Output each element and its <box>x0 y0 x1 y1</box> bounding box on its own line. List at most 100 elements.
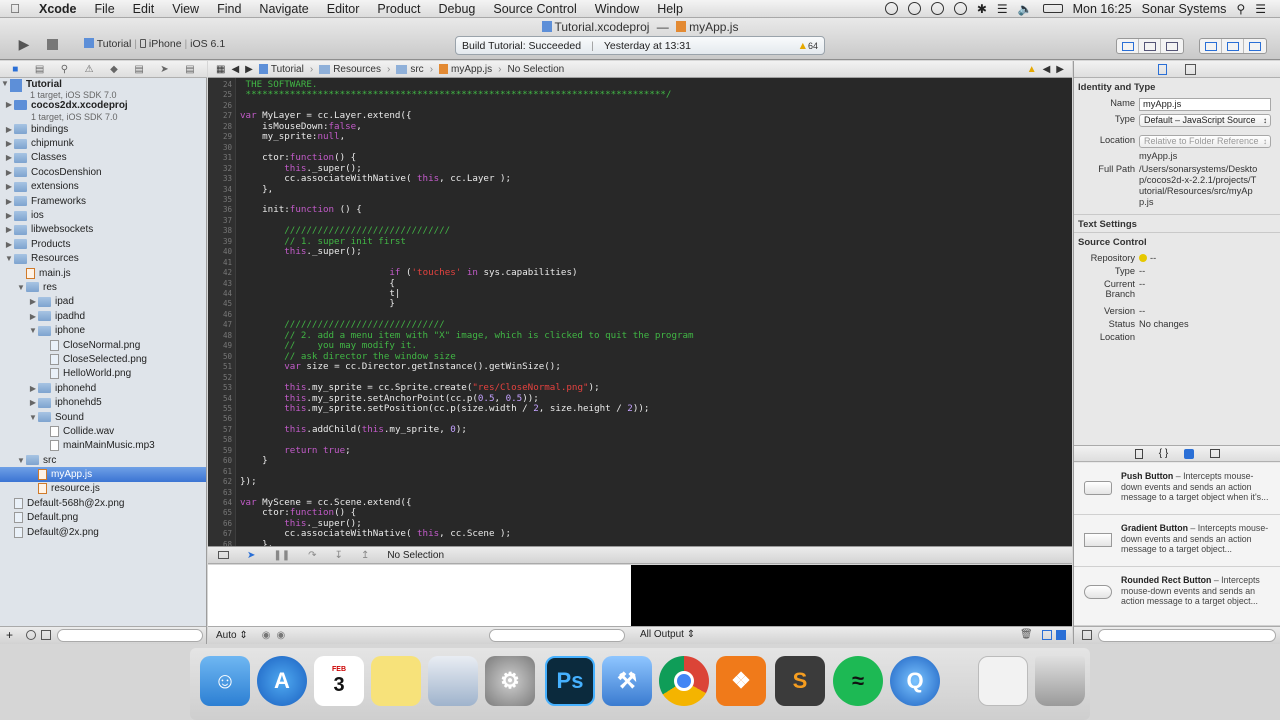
toggle-utilities-icon[interactable] <box>1244 39 1266 53</box>
console-output-select[interactable]: All Output ⇕ <box>640 629 695 640</box>
spotlight-icon[interactable]: ⚲ <box>1236 2 1245 16</box>
library-item-push-button[interactable]: Push Button – Intercepts mouse-down even… <box>1074 463 1280 515</box>
disclosure-closed-icon[interactable]: ▶ <box>4 182 14 191</box>
disclosure-closed-icon[interactable]: ▶ <box>4 225 14 234</box>
navigator-filter-input[interactable] <box>57 629 203 642</box>
status-cloud-icon[interactable] <box>907 2 921 15</box>
source-editor[interactable]: 24 25 26 27 28 29 30 31 32 33 34 35 36 37 38 39 40 41 42 43… <box>208 78 1072 546</box>
assistant-editor-icon[interactable] <box>1139 39 1161 53</box>
object-library-icon[interactable] <box>1184 448 1195 459</box>
apple-menu-icon[interactable]:  <box>0 1 30 16</box>
step-in-icon[interactable]: ↧ <box>335 550 343 561</box>
show-variables-icon[interactable] <box>1042 630 1052 640</box>
menu-user[interactable]: Sonar Systems <box>1142 2 1227 16</box>
code-line[interactable]: }); <box>240 476 257 487</box>
stop-button[interactable] <box>42 34 62 54</box>
code-line[interactable]: ****************************************… <box>240 89 672 100</box>
print-description-icon[interactable]: ◉ <box>276 630 285 641</box>
navigator-item[interactable]: CloseSelected.png <box>0 352 206 366</box>
menu-app[interactable]: Xcode <box>30 0 86 18</box>
disclosure-closed-icon[interactable]: ▶ <box>4 240 14 249</box>
quicktime-icon[interactable]: Q <box>890 656 940 706</box>
toggle-navigator-icon[interactable] <box>1200 39 1222 53</box>
code-line[interactable]: this._super(); <box>240 163 361 174</box>
menu-source-control[interactable]: Source Control <box>484 0 585 18</box>
disclosure-closed-icon[interactable]: ▶ <box>28 398 38 407</box>
trash-icon[interactable] <box>1035 656 1085 706</box>
variables-scope-select[interactable]: Auto ⇕ <box>216 630 248 641</box>
navigator-item[interactable]: ▶ CocosDenshion <box>0 165 206 179</box>
project-navigator-icon[interactable]: ■ <box>12 64 18 75</box>
code-line[interactable]: // ask director the window size <box>240 351 455 362</box>
location-popup[interactable]: Relative to Folder Reference <box>1139 135 1271 148</box>
disclosure-closed-icon[interactable]: ▶ <box>28 297 38 306</box>
code-line[interactable]: }, <box>240 184 273 195</box>
show-console-icon[interactable] <box>1056 630 1066 640</box>
navigator-item[interactable]: ▼ Resources <box>0 252 206 266</box>
code-line[interactable]: // you may modify it. <box>240 340 417 351</box>
console-view[interactable] <box>631 565 1072 626</box>
recent-files-icon[interactable] <box>26 630 36 640</box>
code-line[interactable]: ///////////////////////////// <box>240 319 444 330</box>
back-icon[interactable]: ◀ <box>231 64 239 75</box>
navigator-item[interactable]: ▶ cocos2dx.xcodeproj 1 target, iOS SDK 7.0 <box>0 100 206 122</box>
crumb-file[interactable]: myApp.js <box>439 64 492 75</box>
navigator-item[interactable]: ▶ iphonehd5 <box>0 395 206 409</box>
disclosure-closed-icon[interactable]: ▶ <box>4 197 14 206</box>
code-line[interactable]: }, <box>240 539 273 546</box>
pause-icon[interactable]: ❚❚ <box>273 550 290 561</box>
code-snippet-library-icon[interactable]: { } <box>1159 448 1168 459</box>
code-line[interactable]: cc.associateWithNative( this, cc.Scene )… <box>240 528 511 539</box>
step-out-icon[interactable]: ↥ <box>361 550 369 561</box>
disclosure-open-icon[interactable]: ▼ <box>16 283 26 292</box>
navigator-item[interactable]: ▶ Classes <box>0 151 206 165</box>
disclosure-closed-icon[interactable]: ▶ <box>4 153 14 162</box>
menu-editor[interactable]: Editor <box>318 0 369 18</box>
breakpoint-navigator-icon[interactable]: ➤ <box>160 64 168 75</box>
menu-navigate[interactable]: Navigate <box>250 0 317 18</box>
code-line[interactable]: this._super(); <box>240 246 361 257</box>
code-line[interactable]: } <box>240 455 268 466</box>
wifi-icon[interactable]: ☰ <box>997 2 1008 16</box>
issue-navigator-icon[interactable]: ⚠ <box>85 64 94 75</box>
activity-viewer[interactable]: Build Tutorial: Succeeded | Yesterday at… <box>455 36 825 55</box>
code-line[interactable]: this.my_sprite.setPosition(cc.p(size.wid… <box>240 403 649 414</box>
navigator-item[interactable]: ▶ extensions <box>0 180 206 194</box>
code-line[interactable]: ctor:function() { <box>240 507 356 518</box>
disclosure-closed-icon[interactable]: ▶ <box>4 211 14 220</box>
code-line[interactable]: init:function () { <box>240 204 362 215</box>
menu-file[interactable]: File <box>86 0 124 18</box>
navigator-item[interactable]: ▼ res <box>0 280 206 294</box>
code-line[interactable]: return true; <box>240 445 350 456</box>
code-line[interactable]: cc.associateWithNative( this, cc.Layer )… <box>240 173 511 184</box>
xampp-icon[interactable]: ❖ <box>716 656 766 706</box>
navigator-item[interactable]: Collide.wav <box>0 424 206 438</box>
hide-debug-icon[interactable] <box>218 551 229 559</box>
menu-window[interactable]: Window <box>586 0 648 18</box>
run-button[interactable]: ▶ <box>14 34 34 54</box>
issue-up-icon[interactable]: ◀ <box>1043 64 1051 75</box>
variables-filter-input[interactable] <box>489 629 625 642</box>
file-inspector-icon[interactable] <box>1158 63 1167 75</box>
add-file-icon[interactable]: + <box>6 628 13 642</box>
disclosure-closed-icon[interactable]: ▶ <box>4 168 14 177</box>
code-line[interactable]: ctor:function() { <box>240 152 356 163</box>
battery-icon[interactable] <box>1042 4 1063 13</box>
documents-icon[interactable] <box>978 656 1028 706</box>
menu-help[interactable]: Help <box>648 0 692 18</box>
notification-center-icon[interactable]: ☰ <box>1255 2 1266 16</box>
disclosure-open-icon[interactable]: ▼ <box>4 254 14 263</box>
navigator-item[interactable]: ▼ Sound <box>0 410 206 424</box>
disclosure-closed-icon[interactable]: ▶ <box>4 125 14 134</box>
code-line[interactable]: THE SOFTWARE. <box>240 79 318 90</box>
quick-look-icon[interactable]: ◉ <box>262 630 271 641</box>
code-line[interactable]: isMouseDown:false, <box>240 121 362 132</box>
warning-indicator[interactable]: ▲64 <box>798 40 818 52</box>
code-line[interactable]: t| <box>240 288 400 299</box>
navigator-item[interactable]: CloseNormal.png <box>0 338 206 352</box>
file-type-popup[interactable]: Default – JavaScript Source <box>1139 114 1271 127</box>
navigator-item[interactable]: ▶ Frameworks <box>0 194 206 208</box>
navigator-item[interactable]: ▶ ipadhd <box>0 309 206 323</box>
code-line[interactable]: my_sprite:null, <box>240 131 345 142</box>
disclosure-open-icon[interactable]: ▼ <box>28 326 38 335</box>
